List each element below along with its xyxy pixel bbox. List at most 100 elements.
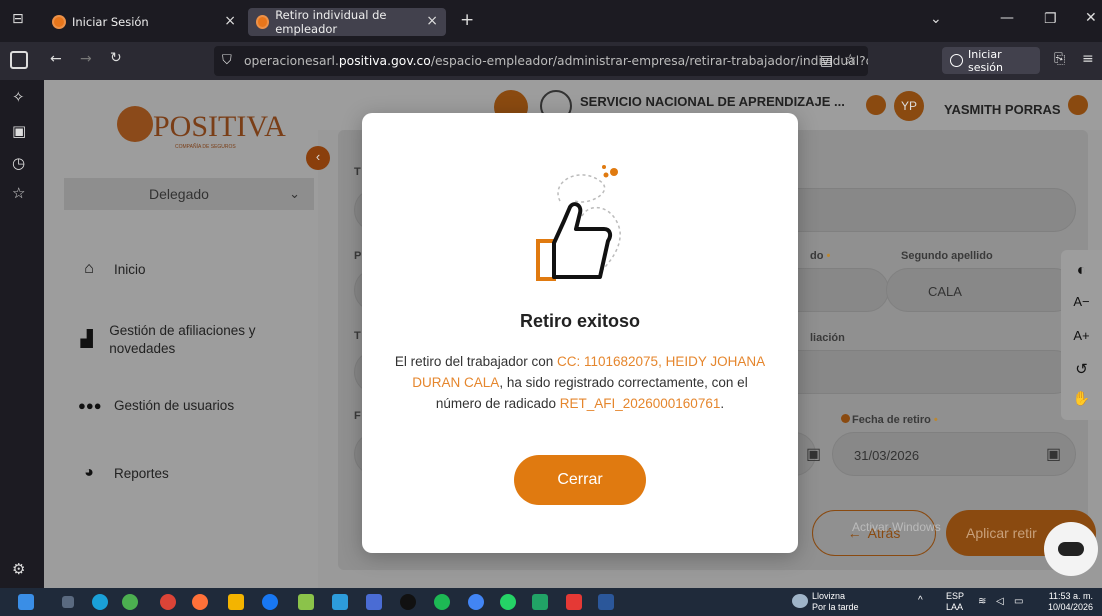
chevron-up-icon[interactable]: ^ — [918, 595, 923, 606]
building-icon: ▟ — [80, 331, 93, 348]
logo-word: POSITIVA — [153, 110, 286, 143]
collapse-sidebar-button[interactable]: ‹ — [306, 146, 330, 170]
navigation-bar: ← → ↻ ⛉ operacionesarl. positiva.gov.co/e… — [0, 42, 1102, 80]
clock-date: 10/04/2026 — [1048, 602, 1094, 612]
synced-tabs-icon[interactable]: ▣ — [12, 122, 26, 140]
sidebar-item-label: Gestión de usuarios — [114, 398, 235, 413]
excel-icon[interactable] — [532, 594, 548, 610]
app-icon[interactable] — [298, 594, 314, 610]
ai-sparkle-icon[interactable]: ✧ — [12, 88, 25, 106]
menu-icon[interactable]: ≡ — [1082, 51, 1094, 67]
forward-arrow-icon[interactable]: → — [80, 51, 92, 67]
spotify-icon[interactable] — [434, 594, 450, 610]
avatar[interactable]: YP — [894, 91, 924, 121]
windows-taskbar: Llovizna Por la tarde ^ ESP LAA ≋ ◁ ▭ 11:5… — [0, 588, 1102, 616]
language-indicator[interactable]: ESP LAA — [946, 591, 964, 613]
label-text: Fecha de retiro — [852, 414, 931, 426]
sidebar-item-inicio[interactable]: ⌂ Inicio — [78, 260, 146, 278]
browser-signin-button[interactable]: Iniciar sesión — [942, 47, 1040, 74]
sign-language-icon[interactable]: ✋ — [1061, 390, 1102, 407]
tiktok-icon[interactable] — [400, 594, 416, 610]
tab-title: Iniciar Sesión — [72, 15, 149, 29]
sidebar-item-afiliaciones[interactable]: ▟ Gestión de afiliaciones y novedades — [78, 322, 278, 358]
weather-subtitle: Por la tarde — [812, 602, 859, 612]
close-window-icon[interactable]: ✕ — [1085, 10, 1097, 26]
restore-icon[interactable]: ❐ — [1044, 11, 1057, 27]
wifi-icon[interactable]: ≋ — [978, 596, 986, 607]
user-dropdown-icon[interactable] — [1068, 95, 1088, 115]
settings-gear-icon[interactable]: ⚙ — [12, 560, 25, 578]
weather-title: Llovizna — [812, 591, 846, 601]
file-explorer-icon[interactable] — [228, 594, 244, 610]
edge-icon[interactable] — [92, 594, 108, 610]
word-icon[interactable] — [598, 594, 614, 610]
sidebar-toggle-icon[interactable] — [10, 51, 28, 69]
back-arrow-icon[interactable]: ← — [50, 51, 62, 67]
battery-icon[interactable]: ▭ — [1014, 596, 1023, 607]
modal-message: El retiro del trabajador con CC: 1101682… — [392, 351, 768, 414]
browser-vertical-bar: ✧ ▣ ◷ ☆ ⚙ — [0, 80, 44, 588]
sidebar-item-usuarios[interactable]: ●●● Gestión de usuarios — [78, 398, 234, 413]
role-select[interactable]: Delegado ⌄ — [64, 178, 314, 210]
chat-bubble-icon — [1058, 542, 1084, 556]
sidebar-item-reportes[interactable]: ◕ Reportes — [78, 464, 169, 482]
close-tab-icon[interactable]: × — [426, 13, 438, 29]
volume-icon[interactable]: ◁ — [996, 596, 1004, 607]
affiliation-label: liación — [810, 332, 845, 344]
history-icon[interactable]: ◷ — [12, 154, 25, 172]
reset-icon[interactable]: ↺ — [1061, 360, 1102, 378]
url-domain: positiva.gov.co — [338, 54, 431, 68]
role-label: Delegado — [149, 186, 209, 202]
message-text: . — [720, 396, 725, 411]
bookmark-star-icon[interactable]: ☆ — [844, 52, 857, 68]
whatsapp-icon[interactable] — [500, 594, 516, 610]
share-icon[interactable]: ⎘ — [1054, 51, 1065, 67]
app-icon[interactable] — [332, 594, 348, 610]
tab-list-icon[interactable]: ⊟ — [12, 11, 24, 27]
contrast-icon[interactable]: ◐ — [1061, 262, 1102, 280]
reload-icon[interactable]: ↻ — [110, 50, 122, 66]
reader-view-icon[interactable]: ▤ — [820, 53, 833, 69]
chevron-down-icon: ⌄ — [289, 186, 300, 201]
chat-button[interactable] — [1044, 522, 1098, 576]
sidebar-item-label: Inicio — [114, 261, 146, 277]
pie-chart-icon: ◕ — [84, 464, 94, 481]
tab-retiro-individual[interactable]: Retiro individual de empleador × — [248, 8, 446, 36]
facebook-icon[interactable] — [262, 594, 278, 610]
chrome-icon[interactable] — [160, 594, 176, 610]
firefox-icon[interactable] — [192, 594, 208, 610]
calendar-icon[interactable]: ▣ — [806, 444, 821, 464]
sidebar-item-label: Reportes — [114, 465, 169, 481]
new-tab-icon[interactable]: + — [460, 10, 474, 30]
increase-font-button[interactable]: A+ — [1061, 328, 1102, 343]
clock[interactable]: 11:53 a. m. 10/04/2026 — [1048, 591, 1093, 613]
close-tab-icon[interactable]: × — [224, 13, 236, 29]
task-view-icon[interactable] — [62, 596, 74, 608]
retire-date-value: 31/03/2026 — [854, 448, 920, 463]
calculator-icon[interactable] — [366, 594, 382, 610]
calendar-icon[interactable]: ▣ — [1046, 444, 1061, 464]
message-text: El retiro del trabajador con — [394, 354, 557, 369]
tab-iniciar-sesion[interactable]: Iniciar Sesión × — [44, 8, 244, 36]
radicado-number: RET_AFI_2026000160761 — [559, 396, 721, 411]
second-surname-label: Segundo apellido — [901, 250, 993, 262]
windows-start-icon[interactable] — [18, 594, 34, 610]
url-bar[interactable]: ⛉ operacionesarl. positiva.gov.co/espacio… — [214, 46, 868, 76]
acrobat-icon[interactable] — [566, 594, 582, 610]
bookmarks-icon[interactable]: ☆ — [12, 184, 25, 202]
field-label-fragment: P — [354, 250, 362, 262]
url-prefix: operacionesarl. — [244, 54, 339, 68]
chevron-down-icon[interactable]: ⌄ — [930, 11, 942, 27]
second-surname-input[interactable] — [886, 268, 1076, 312]
tab-title: Retiro individual de empleador — [275, 8, 387, 36]
account-icon — [950, 54, 963, 67]
weather-widget[interactable]: Llovizna Por la tarde — [812, 591, 859, 613]
windows-activation-watermark: Activar Windows — [852, 520, 941, 534]
close-button[interactable]: Cerrar — [514, 455, 646, 505]
browser-tab-bar: ⊟ Iniciar Sesión × Retiro individual de … — [0, 0, 1102, 42]
minimize-icon[interactable]: — — [1000, 10, 1014, 26]
entity-dropdown-icon[interactable] — [866, 95, 886, 115]
app-icon[interactable] — [122, 594, 138, 610]
chrome-icon[interactable] — [468, 594, 484, 610]
decrease-font-button[interactable]: A− — [1061, 294, 1102, 309]
